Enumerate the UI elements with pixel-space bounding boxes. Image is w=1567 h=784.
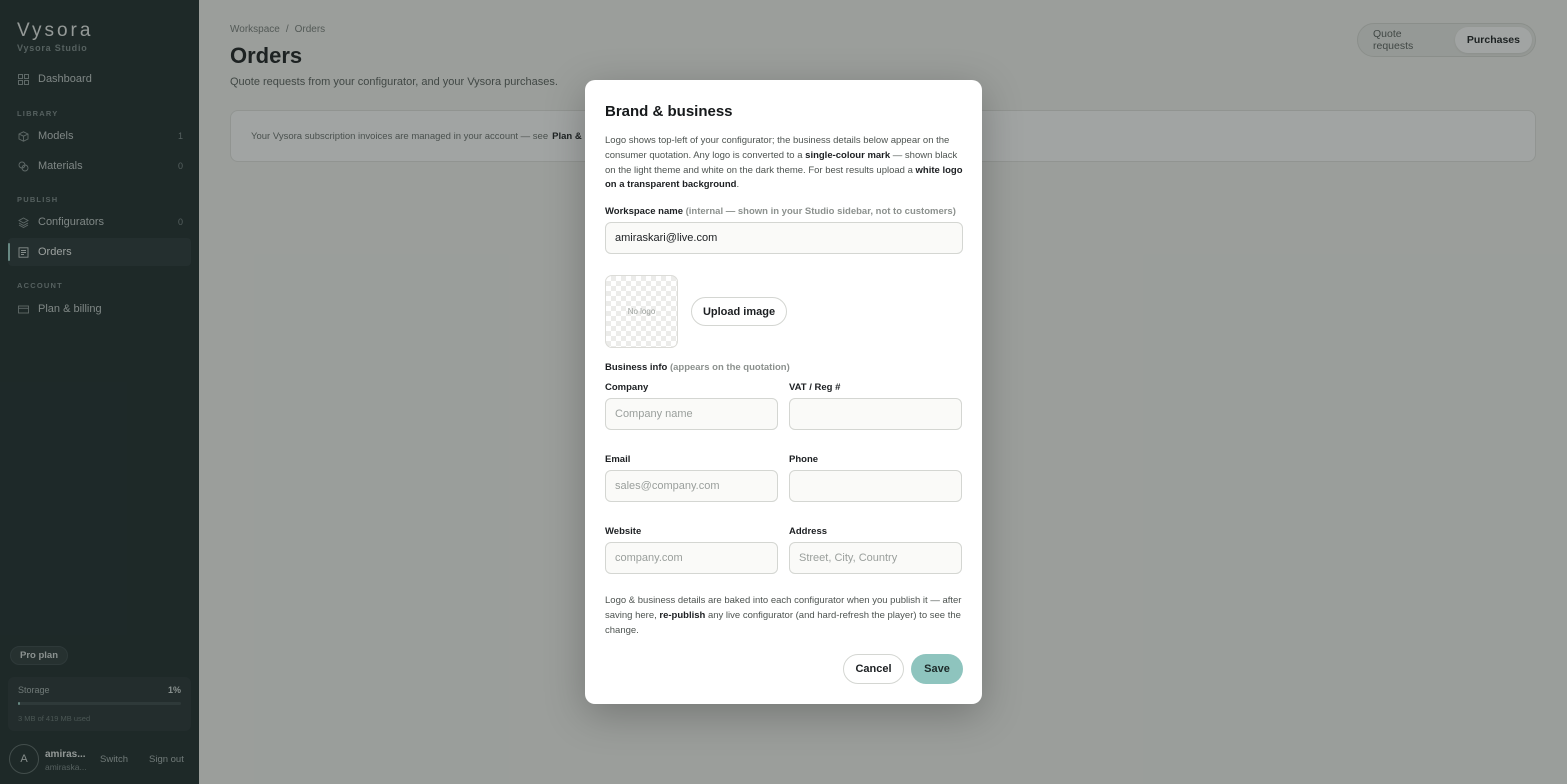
website-label: Website [605, 526, 642, 537]
workspace-name-input[interactable] [605, 222, 963, 254]
website-input[interactable] [605, 542, 778, 574]
cancel-button[interactable]: Cancel [843, 654, 904, 684]
company-label: Company [605, 382, 649, 393]
logo-preview: No logo [605, 275, 678, 348]
phone-label: Phone [789, 454, 819, 465]
company-input[interactable] [605, 398, 778, 430]
business-info-label: Business info (appears on the quotation) [605, 362, 790, 373]
brand-business-dialog: Brand & business Logo shows top-left of … [585, 80, 982, 704]
phone-input[interactable] [789, 470, 962, 502]
email-label: Email [605, 454, 631, 465]
save-button[interactable]: Save [911, 654, 963, 684]
dialog-description: Logo shows top-left of your configurator… [605, 135, 963, 191]
publish-note: Logo & business details are baked into e… [605, 595, 962, 636]
address-input[interactable] [789, 542, 962, 574]
vat-label: VAT / Reg # [789, 382, 841, 393]
dialog-title: Brand & business [605, 103, 733, 120]
address-label: Address [789, 526, 828, 537]
no-logo-text: No logo [627, 307, 656, 316]
workspace-name-label: Workspace name (internal — shown in your… [605, 206, 956, 217]
email-field[interactable] [605, 470, 778, 502]
upload-image-button[interactable]: Upload image [691, 297, 787, 326]
vat-input[interactable] [789, 398, 962, 430]
